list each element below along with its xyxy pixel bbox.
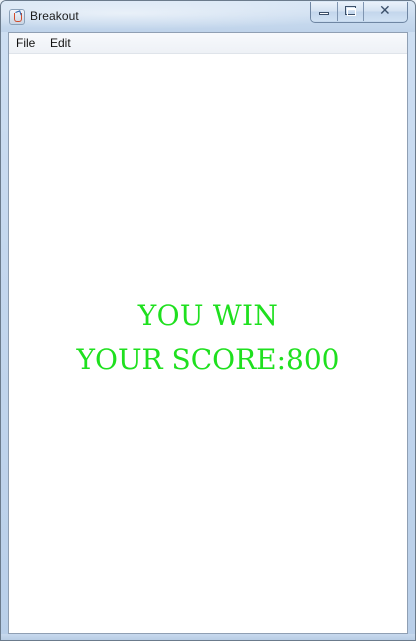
app-window: Breakout ✕ File Edit YOU WIN YOUR SCORE:… [0, 0, 416, 641]
maximize-icon [345, 6, 356, 16]
menu-bar: File Edit [9, 33, 407, 54]
window-bottom-border [1, 634, 415, 640]
close-icon: ✕ [379, 3, 391, 19]
close-button[interactable]: ✕ [364, 2, 407, 21]
maximize-button[interactable] [338, 2, 364, 21]
game-canvas[interactable]: YOU WIN YOUR SCORE:800 [9, 54, 407, 633]
score-text: YOUR SCORE:800 [76, 343, 340, 376]
minimize-button[interactable] [311, 2, 338, 21]
menu-file[interactable]: File [16, 36, 35, 50]
menu-edit[interactable]: Edit [50, 36, 71, 50]
title-bar[interactable]: Breakout ✕ [1, 1, 415, 32]
minimize-icon [319, 12, 329, 15]
java-coffee-icon[interactable] [9, 9, 25, 25]
win-message: YOU WIN [137, 299, 279, 332]
window-title: Breakout [30, 9, 79, 23]
window-controls: ✕ [310, 2, 408, 23]
client-area: File Edit YOU WIN YOUR SCORE:800 [8, 32, 408, 634]
